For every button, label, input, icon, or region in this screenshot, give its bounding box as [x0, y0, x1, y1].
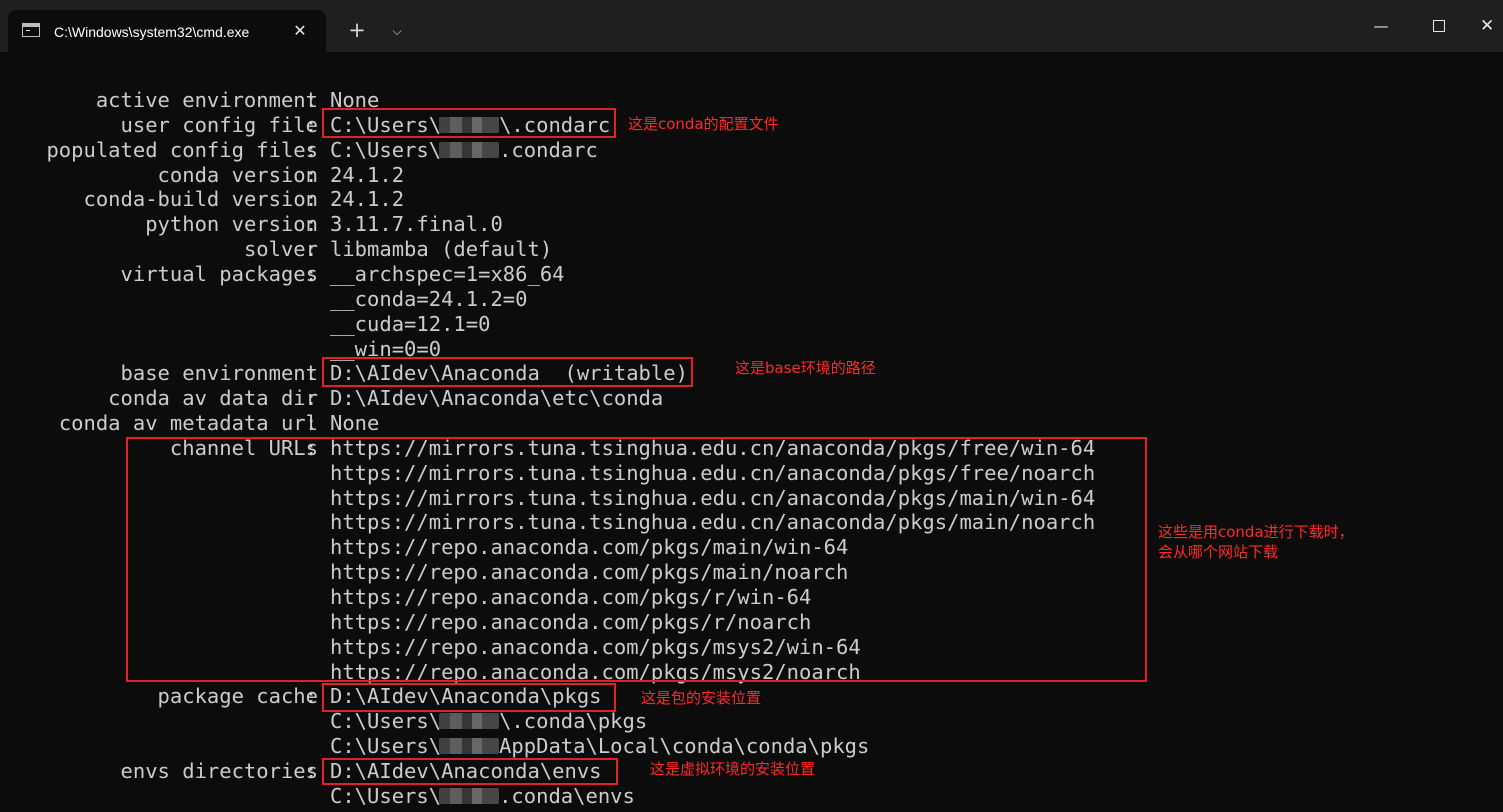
console-line: __cuda=12.1=0: [0, 312, 1503, 337]
field-colon: :: [305, 386, 318, 411]
note-envs: 这是虚拟环境的安装位置: [650, 760, 816, 778]
field-label: envs directories: [120, 758, 318, 783]
redacted-username: [439, 738, 500, 755]
field-label: python version: [145, 212, 318, 237]
value-prefix: C:\Users\: [330, 783, 442, 808]
console-line: conda-build version:24.1.2: [0, 187, 1503, 212]
field-value: __cuda=12.1=0: [330, 311, 491, 336]
field-value: None: [330, 411, 380, 436]
highlight-envs: [322, 758, 618, 785]
field-colon: :: [305, 684, 318, 709]
field-colon: :: [305, 261, 318, 286]
field-colon: :: [305, 187, 318, 212]
field-colon: :: [305, 88, 318, 112]
console-line: populated config files: C:\Users\ .condarc: [0, 138, 1503, 163]
note-pkgs: 这是包的安装位置: [641, 689, 762, 707]
note-channels: 这些是用conda进行下载时， 会从哪个网站下载: [1158, 523, 1354, 561]
value-suffix: \.conda\pkgs: [499, 709, 648, 734]
field-value: C:\Users\ \.conda\pkgs: [330, 709, 647, 734]
console-line: C:\Users\ .conda\envs: [0, 784, 1503, 809]
field-label: virtual packages: [120, 261, 318, 286]
field-label: populated config files: [46, 137, 318, 162]
field-value: C:\Users\ .condarc: [330, 138, 598, 163]
field-label: conda version: [157, 162, 318, 187]
console-line: conda av data dir: D:\AIdev\Anaconda\etc\…: [0, 386, 1503, 411]
redacted-username: [439, 141, 500, 158]
field-label: conda av metadata url: [58, 411, 318, 436]
field-value: C:\Users\ .conda\envs: [330, 784, 635, 809]
note-config-file: 这是conda的配置文件: [628, 115, 779, 133]
field-colon: :: [305, 411, 318, 436]
console-line: conda av metadata url: None: [0, 411, 1503, 436]
redacted-username: [439, 713, 500, 730]
redacted-username: [439, 787, 500, 804]
field-colon: :: [305, 212, 318, 237]
value-prefix: C:\Users\: [330, 137, 442, 162]
field-colon: :: [305, 137, 318, 162]
value-suffix: .conda\envs: [499, 783, 635, 808]
highlight-channel-urls: [126, 437, 1147, 682]
console-line: solver: libmamba (default): [0, 237, 1503, 262]
field-label: user config file: [120, 112, 318, 137]
console-line: C:\Users\ \.conda\pkgs: [0, 709, 1503, 734]
field-label: package cache: [157, 684, 318, 709]
console-line: python version:3.11.7.final.0: [0, 212, 1503, 237]
field-label: conda-build version: [83, 187, 319, 212]
value-suffix: .condarc: [499, 137, 598, 162]
note-base-env: 这是base环境的路径: [735, 359, 876, 377]
field-value: libmamba (default): [330, 237, 553, 262]
field-colon: :: [305, 361, 318, 386]
value-suffix: AppData\Local\conda\conda\pkgs: [499, 734, 870, 759]
field-colon: :: [305, 758, 318, 783]
field-value: 24.1.2: [330, 187, 405, 212]
field-value: 24.1.2: [330, 162, 405, 187]
field-label: conda av data dir: [108, 386, 318, 411]
console-line: conda version:24.1.2: [0, 163, 1503, 188]
field-colon: :: [305, 162, 318, 187]
field-label: active environment: [95, 88, 318, 112]
field-colon: :: [305, 237, 318, 262]
highlight-user-config: [322, 108, 616, 138]
field-colon: :: [305, 112, 318, 137]
value-prefix: C:\Users\: [330, 734, 442, 759]
highlight-base-env: [322, 357, 693, 387]
field-value: D:\AIdev\Anaconda\etc\conda: [330, 386, 664, 411]
console-line: virtual packages: __archspec=1=x86_64: [0, 262, 1503, 287]
value-prefix: C:\Users\: [330, 709, 442, 734]
console-line: C:\Users\ AppData\Local\conda\conda\pkgs: [0, 734, 1503, 759]
field-value: 3.11.7.final.0: [330, 212, 503, 237]
field-value: __archspec=1=x86_64: [330, 261, 565, 286]
console-line: active environment: None: [0, 88, 1503, 113]
field-label: base environment: [120, 361, 318, 386]
console-line: __conda=24.1.2=0: [0, 287, 1503, 312]
field-value: __conda=24.1.2=0: [330, 286, 528, 311]
field-value: C:\Users\ AppData\Local\conda\conda\pkgs: [330, 734, 869, 759]
highlight-package-cache: [322, 683, 616, 712]
